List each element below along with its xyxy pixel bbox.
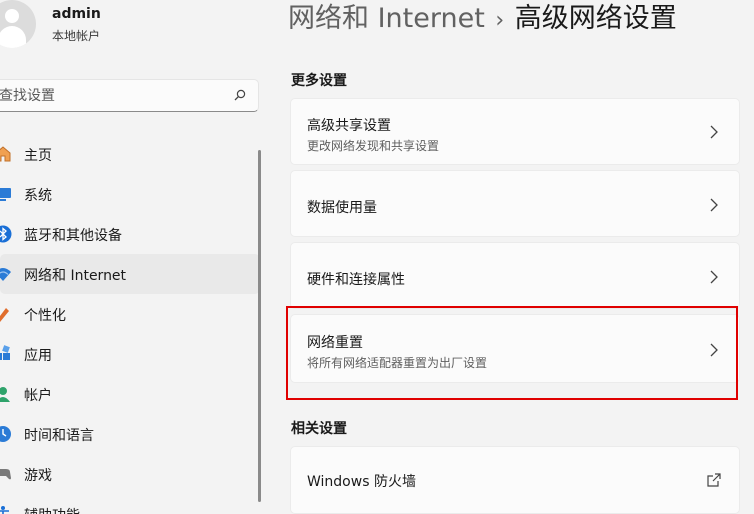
card-description: 将所有网络适配器重置为出厂设置 — [307, 356, 488, 370]
network-reset-card[interactable]: 网络重置 将所有网络适配器重置为出厂设置 — [290, 314, 740, 383]
card-title: 数据使用量 — [307, 200, 377, 216]
chevron-right-icon — [710, 270, 718, 284]
wifi-icon — [0, 268, 11, 281]
user-profile[interactable]: admin 本地帐户 — [0, 0, 260, 60]
sidebar-item-label: 游戏 — [24, 468, 52, 484]
card-description: 更改网络发现和共享设置 — [307, 139, 440, 153]
accessibility-icon — [0, 506, 9, 514]
sidebar-item-personalization[interactable]: 个性化 — [0, 294, 260, 334]
sidebar-item-time-language[interactable]: 时间和语言 — [0, 414, 260, 454]
card-title: 网络重置 — [307, 335, 363, 351]
sidebar-item-accounts[interactable]: 帐户 — [0, 374, 260, 414]
sidebar-item-home[interactable]: 主页 — [0, 134, 260, 174]
chevron-right-icon — [710, 198, 718, 212]
sidebar-item-network[interactable]: 网络和 Internet — [0, 254, 260, 294]
sidebar-item-accessibility[interactable]: 辅助功能 — [0, 494, 260, 514]
sidebar-item-label: 帐户 — [24, 388, 52, 404]
sidebar-item-label: 个性化 — [24, 308, 66, 324]
sidebar-item-system[interactable]: 系统 — [0, 174, 260, 214]
sidebar-item-label: 时间和语言 — [24, 428, 94, 444]
advanced-sharing-settings-card[interactable]: 高级共享设置 更改网络发现和共享设置 — [290, 98, 740, 165]
card-title: 硬件和连接属性 — [307, 272, 405, 288]
card-title: 高级共享设置 — [307, 118, 391, 134]
apps-icon — [0, 345, 10, 360]
external-link-icon — [707, 473, 721, 487]
sidebar-item-label: 蓝牙和其他设备 — [24, 228, 122, 244]
gaming-icon — [0, 469, 11, 480]
account-icon — [0, 387, 10, 402]
card-title: Windows 防火墙 — [307, 474, 416, 490]
sidebar-item-label: 主页 — [24, 148, 52, 164]
page-title: 高级网络设置 — [514, 3, 677, 34]
bluetooth-icon — [0, 225, 12, 243]
sidebar-nav: 主页 系统 蓝牙和其他设备 网络和 Internet 个性化 应用 帐户 时间和… — [0, 134, 260, 514]
hardware-connection-properties-card[interactable]: 硬件和连接属性 — [290, 242, 740, 309]
home-icon — [0, 146, 11, 162]
breadcrumb-separator: › — [495, 8, 505, 33]
time-language-icon — [0, 426, 11, 442]
search-box[interactable] — [0, 79, 259, 112]
breadcrumb-parent[interactable]: 网络和 Internet — [288, 3, 485, 34]
section-title-related-settings: 相关设置 — [291, 421, 347, 437]
sidebar-item-gaming[interactable]: 游戏 — [0, 454, 260, 494]
sidebar-item-bluetooth[interactable]: 蓝牙和其他设备 — [0, 214, 260, 254]
sidebar-scrollbar[interactable] — [258, 150, 261, 502]
personalization-icon — [0, 308, 9, 322]
breadcrumb: 网络和 Internet › 高级网络设置 — [288, 0, 677, 36]
avatar — [0, 0, 36, 48]
system-icon — [0, 188, 11, 201]
chevron-right-icon — [710, 343, 718, 357]
search-input[interactable] — [0, 84, 219, 108]
windows-firewall-card[interactable]: Windows 防火墙 — [290, 446, 740, 514]
data-usage-card[interactable]: 数据使用量 — [290, 170, 740, 237]
user-name: admin — [52, 6, 101, 22]
sidebar-item-apps[interactable]: 应用 — [0, 334, 260, 374]
sidebar-item-label: 辅助功能 — [24, 505, 80, 514]
section-title-more-settings: 更多设置 — [291, 73, 347, 89]
user-account-type: 本地帐户 — [52, 29, 101, 43]
chevron-right-icon — [710, 125, 718, 139]
sidebar-item-label: 应用 — [24, 348, 52, 364]
sidebar-item-label: 系统 — [24, 188, 52, 204]
sidebar-item-label: 网络和 Internet — [24, 268, 127, 284]
search-icon[interactable] — [234, 89, 246, 101]
